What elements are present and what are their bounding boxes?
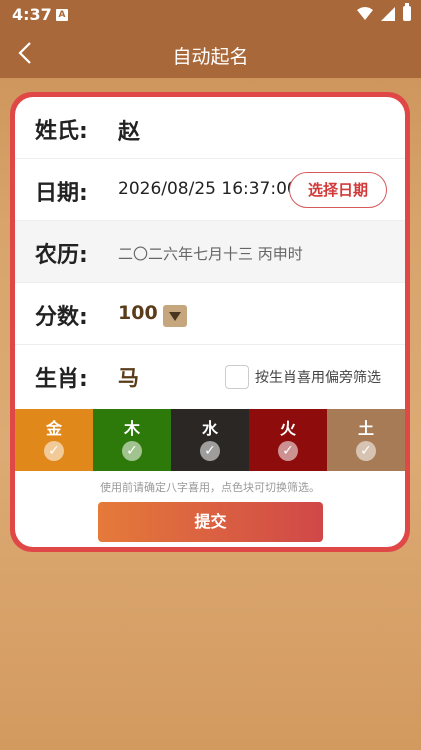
battery-icon	[403, 3, 411, 21]
element-metal[interactable]: 金 ✓	[15, 409, 93, 471]
wifi-icon	[357, 6, 373, 20]
element-water-label: 水	[201, 419, 218, 438]
score-label: 分数:	[35, 305, 88, 330]
select-date-button[interactable]: 选择日期	[289, 172, 387, 208]
five-elements-bar: 金 ✓ 木 ✓ 水 ✓ 火 ✓ 土 ✓	[15, 409, 405, 471]
signal-icon	[381, 6, 395, 21]
usage-hint: 使用前请确定八字喜用，点色块可切换筛选。	[100, 481, 320, 494]
status-time: 4:37	[12, 5, 52, 24]
element-wood[interactable]: 木 ✓	[93, 409, 171, 471]
check-icon: ✓	[44, 441, 64, 461]
element-fire-label: 火	[279, 419, 296, 438]
zodiac-row: 生肖: 马 按生肖喜用偏旁筛选	[15, 345, 405, 407]
element-earth-label: 土	[357, 419, 374, 438]
element-earth[interactable]: 土 ✓	[327, 409, 405, 471]
lunar-value: 二〇二六年七月十三 丙申时	[118, 245, 303, 263]
status-bar: 4:37 A	[0, 0, 421, 30]
submit-button[interactable]: 提交	[98, 502, 323, 542]
score-row: 分数: 100	[15, 283, 405, 345]
check-icon: ✓	[356, 441, 376, 461]
date-row: 日期: 2026/08/25 16:37:00 选择日期	[15, 159, 405, 221]
element-metal-label: 金	[45, 419, 62, 438]
lunar-label: 农历:	[35, 243, 88, 268]
check-icon: ✓	[200, 441, 220, 461]
element-wood-label: 木	[123, 419, 140, 438]
surname-row: 姓氏: 赵	[15, 97, 405, 159]
zodiac-filter-label[interactable]: 按生肖喜用偏旁筛选	[255, 367, 381, 387]
form-card-border: 姓氏: 赵 日期: 2026/08/25 16:37:00 选择日期 农历: 二…	[10, 92, 410, 552]
element-water[interactable]: 水 ✓	[171, 409, 249, 471]
surname-value[interactable]: 赵	[118, 114, 140, 146]
date-value: 2026/08/25 16:37:00	[118, 179, 298, 199]
score-dropdown-icon[interactable]	[163, 305, 187, 327]
status-icons	[357, 3, 411, 21]
check-icon: ✓	[122, 441, 142, 461]
check-icon: ✓	[278, 441, 298, 461]
page-title: 自动起名	[172, 46, 249, 68]
form-card: 姓氏: 赵 日期: 2026/08/25 16:37:00 选择日期 农历: 二…	[15, 97, 405, 547]
score-value: 100	[118, 302, 158, 324]
element-fire[interactable]: 火 ✓	[249, 409, 327, 471]
lunar-row: 农历: 二〇二六年七月十三 丙申时	[15, 221, 405, 283]
notification-icon: A	[56, 9, 68, 21]
date-label: 日期:	[35, 181, 88, 206]
zodiac-value: 马	[118, 366, 139, 390]
zodiac-filter-checkbox[interactable]	[225, 365, 249, 389]
nav-bar: 自动起名	[0, 30, 421, 78]
surname-label: 姓氏:	[35, 119, 88, 144]
zodiac-label: 生肖:	[35, 367, 88, 392]
